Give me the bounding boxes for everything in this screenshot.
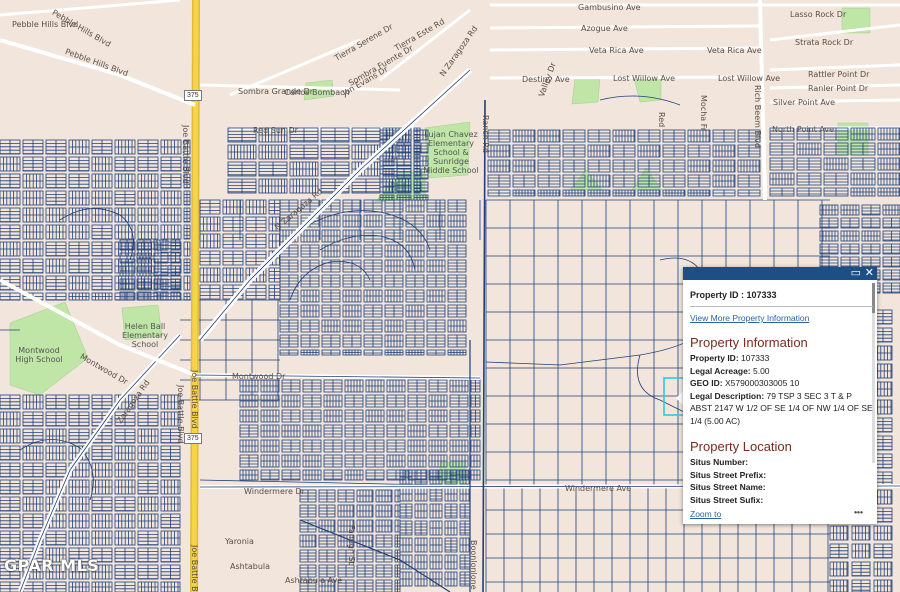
road-label: Strata Rock Dr — [795, 38, 854, 47]
field-row: Situs Street Sufix: — [690, 494, 873, 507]
road-label: Joe Battle Blvd — [190, 545, 199, 592]
field-value: 5.00 — [750, 365, 770, 376]
field-row: Legal Acreage: 5.00 — [690, 365, 873, 378]
field-label: GEO ID: — [690, 378, 723, 388]
road-label: Ranler Point Dr — [808, 84, 869, 93]
poi-label: Lujan Chavez Elementary School & Sunridg… — [423, 130, 479, 175]
road-label: Joe Battle Blvd — [181, 125, 190, 184]
road-label: Pebble Hills Blvd — [12, 20, 79, 29]
field-row: Property ID: 107333 — [690, 352, 873, 365]
field-label: Property ID: — [690, 353, 739, 363]
road-label: Lost Willow Ave — [718, 74, 781, 83]
field-row: Situs Street Name: — [690, 481, 873, 494]
road-label: Windermere Dr — [244, 487, 305, 496]
map-view[interactable]: Gambusino Ave Azogue Ave Veta Rica Ave Veta… — [0, 0, 900, 592]
road-label: Ranch Rd — [481, 115, 490, 154]
road-label: Lasso Rock Dr — [790, 10, 847, 19]
field-row: Legal Description: 79 TSP 3 SEC 3 T & P … — [690, 390, 873, 428]
field-value: 107333 — [738, 353, 770, 363]
mls-watermark: GPAR MLS — [4, 556, 100, 575]
road-label: Red Sun Dr — [253, 126, 298, 135]
more-menu-icon[interactable]: ••• — [854, 507, 863, 517]
road-label: Lost Willow Ave — [613, 74, 676, 83]
road-label: Red — [657, 112, 666, 128]
property-popup[interactable]: ▭ ✕ Property ID : 107333 View More Prope… — [683, 267, 877, 524]
road-label: Yaronia — [225, 537, 254, 546]
popup-footer: Zoom to ••• — [690, 507, 873, 521]
field-row: Situs Number: — [690, 456, 873, 469]
property-information-fields: Property ID: 107333 Legal Acreage: 5.00 GE… — [690, 352, 873, 427]
field-label: Legal Acreage: — [690, 365, 751, 376]
field-label: Situs Street Prefix: — [690, 469, 767, 480]
road-label: Joe Battle Blvd — [190, 370, 199, 429]
view-more-link[interactable]: View More Property Information — [690, 313, 809, 323]
highway-shield: 375 — [184, 433, 202, 444]
road-label: Azogue Ave — [581, 24, 628, 33]
field-value: X579000303005 10 — [722, 378, 800, 388]
road-label: Boonlonlone Dr — [469, 540, 478, 592]
poi-label: Montwood High School — [15, 346, 63, 364]
road-label: Fanegh St — [347, 525, 356, 565]
road-label: Ashtabula — [230, 562, 271, 571]
field-label: Situs Street Sufix: — [690, 494, 764, 505]
road-label: Veta Rica Ave — [589, 46, 644, 55]
road-label: Veta Rica Ave — [707, 46, 762, 55]
field-label: Legal Description: — [690, 390, 765, 401]
poi-label: Carlos Bombach — [284, 88, 350, 97]
maximize-icon[interactable]: ▭ — [851, 267, 861, 280]
highway-shield: 375 — [184, 90, 202, 101]
property-location-heading: Property Location — [690, 439, 792, 454]
poi-label: Helen Ball Elementary School — [121, 322, 169, 349]
road-label: Rattler Point Dr — [808, 70, 870, 79]
close-icon[interactable]: ✕ — [865, 267, 874, 280]
popup-body: Property ID : 107333 View More Property … — [690, 280, 873, 506]
road-label: Ashtabula Ave — [285, 576, 343, 585]
field-label: Situs Number: — [690, 457, 749, 467]
road-label: Rich Beem Blvd — [753, 85, 762, 148]
field-label: Situs Street Name: — [690, 482, 766, 492]
zoom-to-link[interactable]: Zoom to — [690, 509, 721, 519]
road-label: Gambusino Ave — [578, 3, 641, 12]
field-row: GEO ID: X579000303005 10 — [690, 377, 873, 390]
road-label: North Point Ave — [772, 125, 834, 134]
property-information-heading: Property Information — [690, 335, 808, 350]
field-row: Situs Street Prefix: — [690, 469, 873, 482]
road-label: Silver Point Ave — [773, 98, 836, 107]
property-location-fields: Situs Number: Situs Street Prefix: Situs S… — [690, 456, 873, 506]
popup-header: ▭ ✕ — [683, 267, 877, 280]
road-label: Windermere Ave — [565, 484, 632, 493]
road-label: Mocha Fr — [699, 95, 708, 132]
road-label: Montwood Dr — [232, 372, 286, 381]
popup-title: Property ID : 107333 — [690, 290, 777, 300]
